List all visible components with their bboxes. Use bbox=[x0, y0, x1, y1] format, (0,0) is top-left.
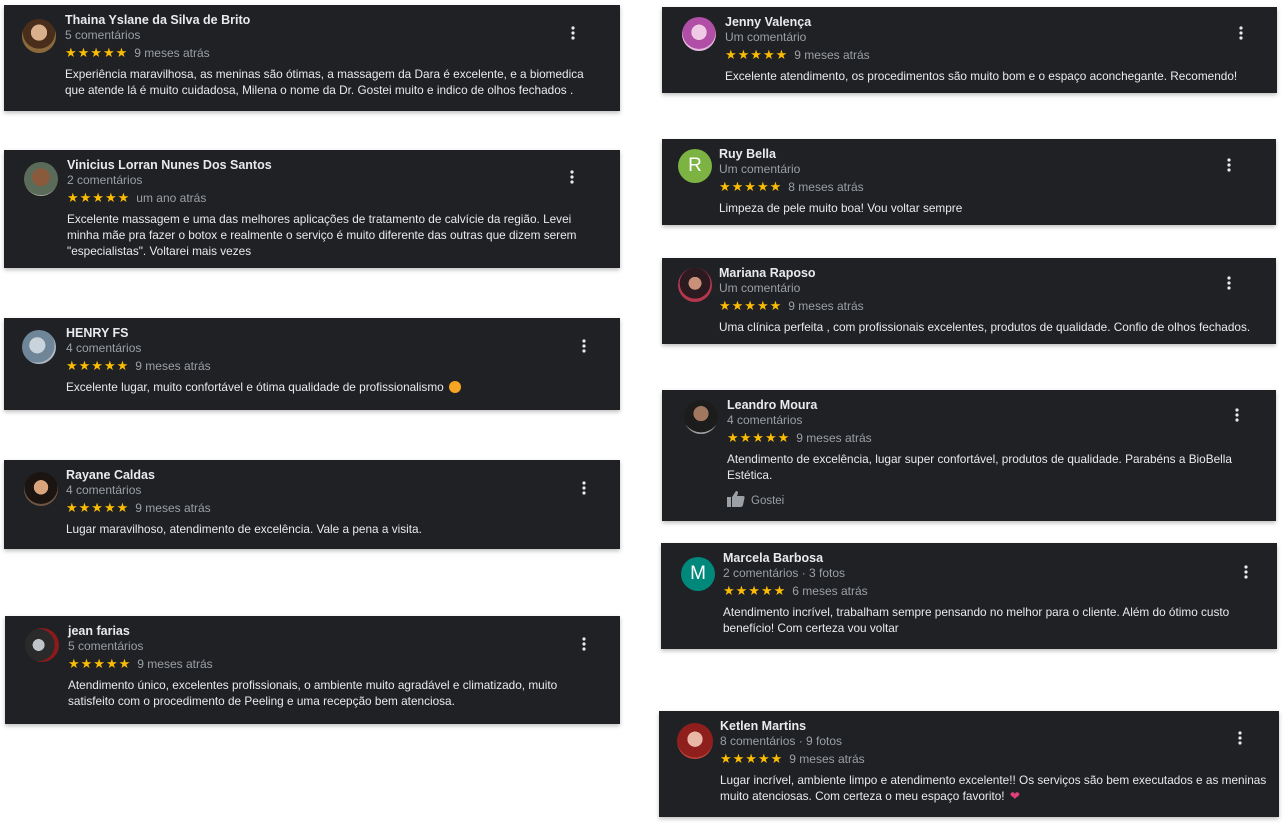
avatar[interactable] bbox=[24, 162, 58, 196]
review-card: Jenny Valença Um comentário ★★★★★ 9 meses… bbox=[662, 7, 1277, 93]
review-card: Mariana Raposo Um comentário ★★★★★ 9 mese… bbox=[662, 258, 1276, 344]
avatar[interactable] bbox=[682, 17, 716, 51]
reviewer-name[interactable]: Ruy Bella bbox=[719, 147, 1259, 162]
avatar[interactable]: M bbox=[681, 557, 715, 591]
review-card: Leandro Moura 4 comentários ★★★★★ 9 meses… bbox=[662, 390, 1276, 521]
star-rating: ★★★★★ bbox=[725, 47, 789, 62]
star-rating: ★★★★★ bbox=[66, 500, 130, 515]
more-options-icon[interactable] bbox=[579, 634, 589, 654]
more-options-icon[interactable] bbox=[1224, 155, 1234, 175]
review-card: HENRY FS 4 comentários ★★★★★ 9 meses atrá… bbox=[4, 318, 620, 410]
reviewer-name[interactable]: Leandro Moura bbox=[727, 398, 1247, 413]
star-rating: ★★★★★ bbox=[723, 583, 787, 598]
more-options-icon[interactable] bbox=[1235, 728, 1245, 748]
reviewer-name[interactable]: Mariana Raposo bbox=[719, 266, 1264, 281]
review-text: Atendimento único, excelentes profission… bbox=[68, 678, 558, 708]
reviewer-name[interactable]: Marcela Barbosa bbox=[723, 551, 1253, 566]
avatar[interactable] bbox=[678, 268, 712, 302]
star-rating: ★★★★★ bbox=[66, 358, 130, 373]
avatar[interactable]: R bbox=[678, 149, 712, 183]
review-card: M Marcela Barbosa 2 comentários · 3 foto… bbox=[661, 543, 1277, 649]
reviewer-name[interactable]: Vinicius Lorran Nunes Dos Santos bbox=[67, 158, 602, 173]
review-time: 9 meses atrás bbox=[796, 431, 872, 445]
review-time: 9 meses atrás bbox=[135, 359, 211, 373]
reviewer-meta: Um comentário bbox=[725, 30, 807, 44]
reviewer-meta: 4 comentários bbox=[66, 341, 142, 355]
avatar[interactable] bbox=[22, 330, 56, 364]
reviewer-meta: 5 comentários bbox=[68, 639, 144, 653]
reviewer-name[interactable]: HENRY FS bbox=[66, 326, 586, 341]
star-rating: ★★★★★ bbox=[65, 45, 129, 60]
reviewer-meta: Um comentário bbox=[719, 162, 801, 176]
reviewer-meta: 8 comentários · 9 fotos bbox=[720, 734, 843, 748]
star-rating: ★★★★★ bbox=[68, 656, 132, 671]
reviewer-meta: 4 comentários bbox=[727, 413, 803, 427]
review-text: Experiência maravilhosa, as meninas são … bbox=[65, 67, 584, 97]
more-options-icon[interactable] bbox=[1232, 405, 1242, 425]
more-options-icon[interactable] bbox=[579, 478, 589, 498]
review-time: 9 meses atrás bbox=[137, 657, 213, 671]
review-text: Limpeza de pele muito boa! Vou voltar se… bbox=[719, 201, 963, 215]
star-rating: ★★★★★ bbox=[67, 190, 131, 205]
review-card: Ketlen Martins 8 comentários · 9 fotos ★… bbox=[659, 711, 1279, 817]
review-card: jean farias 5 comentários ★★★★★ 9 meses a… bbox=[5, 616, 620, 724]
review-time: um ano atrás bbox=[136, 191, 207, 205]
more-options-icon[interactable] bbox=[568, 23, 578, 43]
review-card: R Ruy Bella Um comentário ★★★★★ 8 meses a… bbox=[662, 139, 1276, 225]
review-card: Vinicius Lorran Nunes Dos Santos 2 comen… bbox=[4, 150, 620, 268]
reviewer-meta: 4 comentários bbox=[66, 483, 142, 497]
reviewer-name[interactable]: jean farias bbox=[68, 624, 603, 639]
more-options-icon[interactable] bbox=[567, 167, 577, 187]
more-options-icon[interactable] bbox=[579, 336, 589, 356]
more-options-icon[interactable] bbox=[1236, 23, 1246, 43]
review-text: Excelente atendimento, os procedimentos … bbox=[725, 69, 1238, 83]
thumbs-up-icon bbox=[727, 491, 745, 510]
reviewer-meta: 2 comentários · 3 fotos bbox=[723, 566, 846, 580]
more-options-icon[interactable] bbox=[1224, 273, 1234, 293]
star-rating: ★★★★★ bbox=[720, 751, 784, 766]
reviewer-name[interactable]: Thaina Yslane da Silva de Brito bbox=[65, 13, 605, 28]
avatar[interactable] bbox=[24, 472, 58, 506]
avatar[interactable] bbox=[25, 628, 59, 662]
avatar[interactable] bbox=[684, 400, 718, 434]
review-time: 9 meses atrás bbox=[794, 48, 870, 62]
review-text: Lugar incrível, ambiente limpo e atendim… bbox=[720, 773, 1267, 803]
review-card: Rayane Caldas 4 comentários ★★★★★ 9 meses… bbox=[4, 460, 620, 549]
reviewer-name[interactable]: Jenny Valença bbox=[725, 15, 1270, 30]
review-card: Thaina Yslane da Silva de Brito 5 coment… bbox=[4, 5, 620, 111]
smile-emoji-icon bbox=[449, 381, 461, 393]
review-time: 9 meses atrás bbox=[788, 299, 864, 313]
like-label: Gostei bbox=[751, 494, 785, 507]
review-time: 9 meses atrás bbox=[135, 501, 211, 515]
review-time: 8 meses atrás bbox=[788, 180, 864, 194]
review-time: 9 meses atrás bbox=[134, 46, 210, 60]
star-rating: ★★★★★ bbox=[727, 430, 791, 445]
reviewer-meta: Um comentário bbox=[719, 281, 801, 295]
review-text: Uma clínica perfeita , com profissionais… bbox=[719, 320, 1251, 334]
review-text: Atendimento incrível, trabalham sempre p… bbox=[723, 605, 1230, 635]
review-text: Excelente massagem e uma das melhores ap… bbox=[67, 212, 577, 258]
star-rating: ★★★★★ bbox=[719, 298, 783, 313]
reviewer-name[interactable]: Rayane Caldas bbox=[66, 468, 586, 483]
heart-emoji-icon: ❤ bbox=[1009, 789, 1020, 803]
reviewer-meta: 5 comentários bbox=[65, 28, 141, 42]
reviewer-name[interactable]: Ketlen Martins bbox=[720, 719, 1275, 734]
review-text: Atendimento de excelência, lugar super c… bbox=[727, 452, 1232, 482]
avatar[interactable] bbox=[22, 19, 56, 53]
reviewer-meta: 2 comentários bbox=[67, 173, 143, 187]
review-time: 9 meses atrás bbox=[789, 752, 865, 766]
review-time: 6 meses atrás bbox=[792, 584, 868, 598]
more-options-icon[interactable] bbox=[1241, 562, 1251, 582]
review-text: Excelente lugar, muito confortável e óti… bbox=[66, 380, 444, 394]
avatar[interactable] bbox=[677, 723, 713, 759]
review-text: Lugar maravilhoso, atendimento de excelê… bbox=[66, 522, 422, 536]
like-button[interactable]: Gostei bbox=[727, 491, 1247, 510]
star-rating: ★★★★★ bbox=[719, 179, 783, 194]
